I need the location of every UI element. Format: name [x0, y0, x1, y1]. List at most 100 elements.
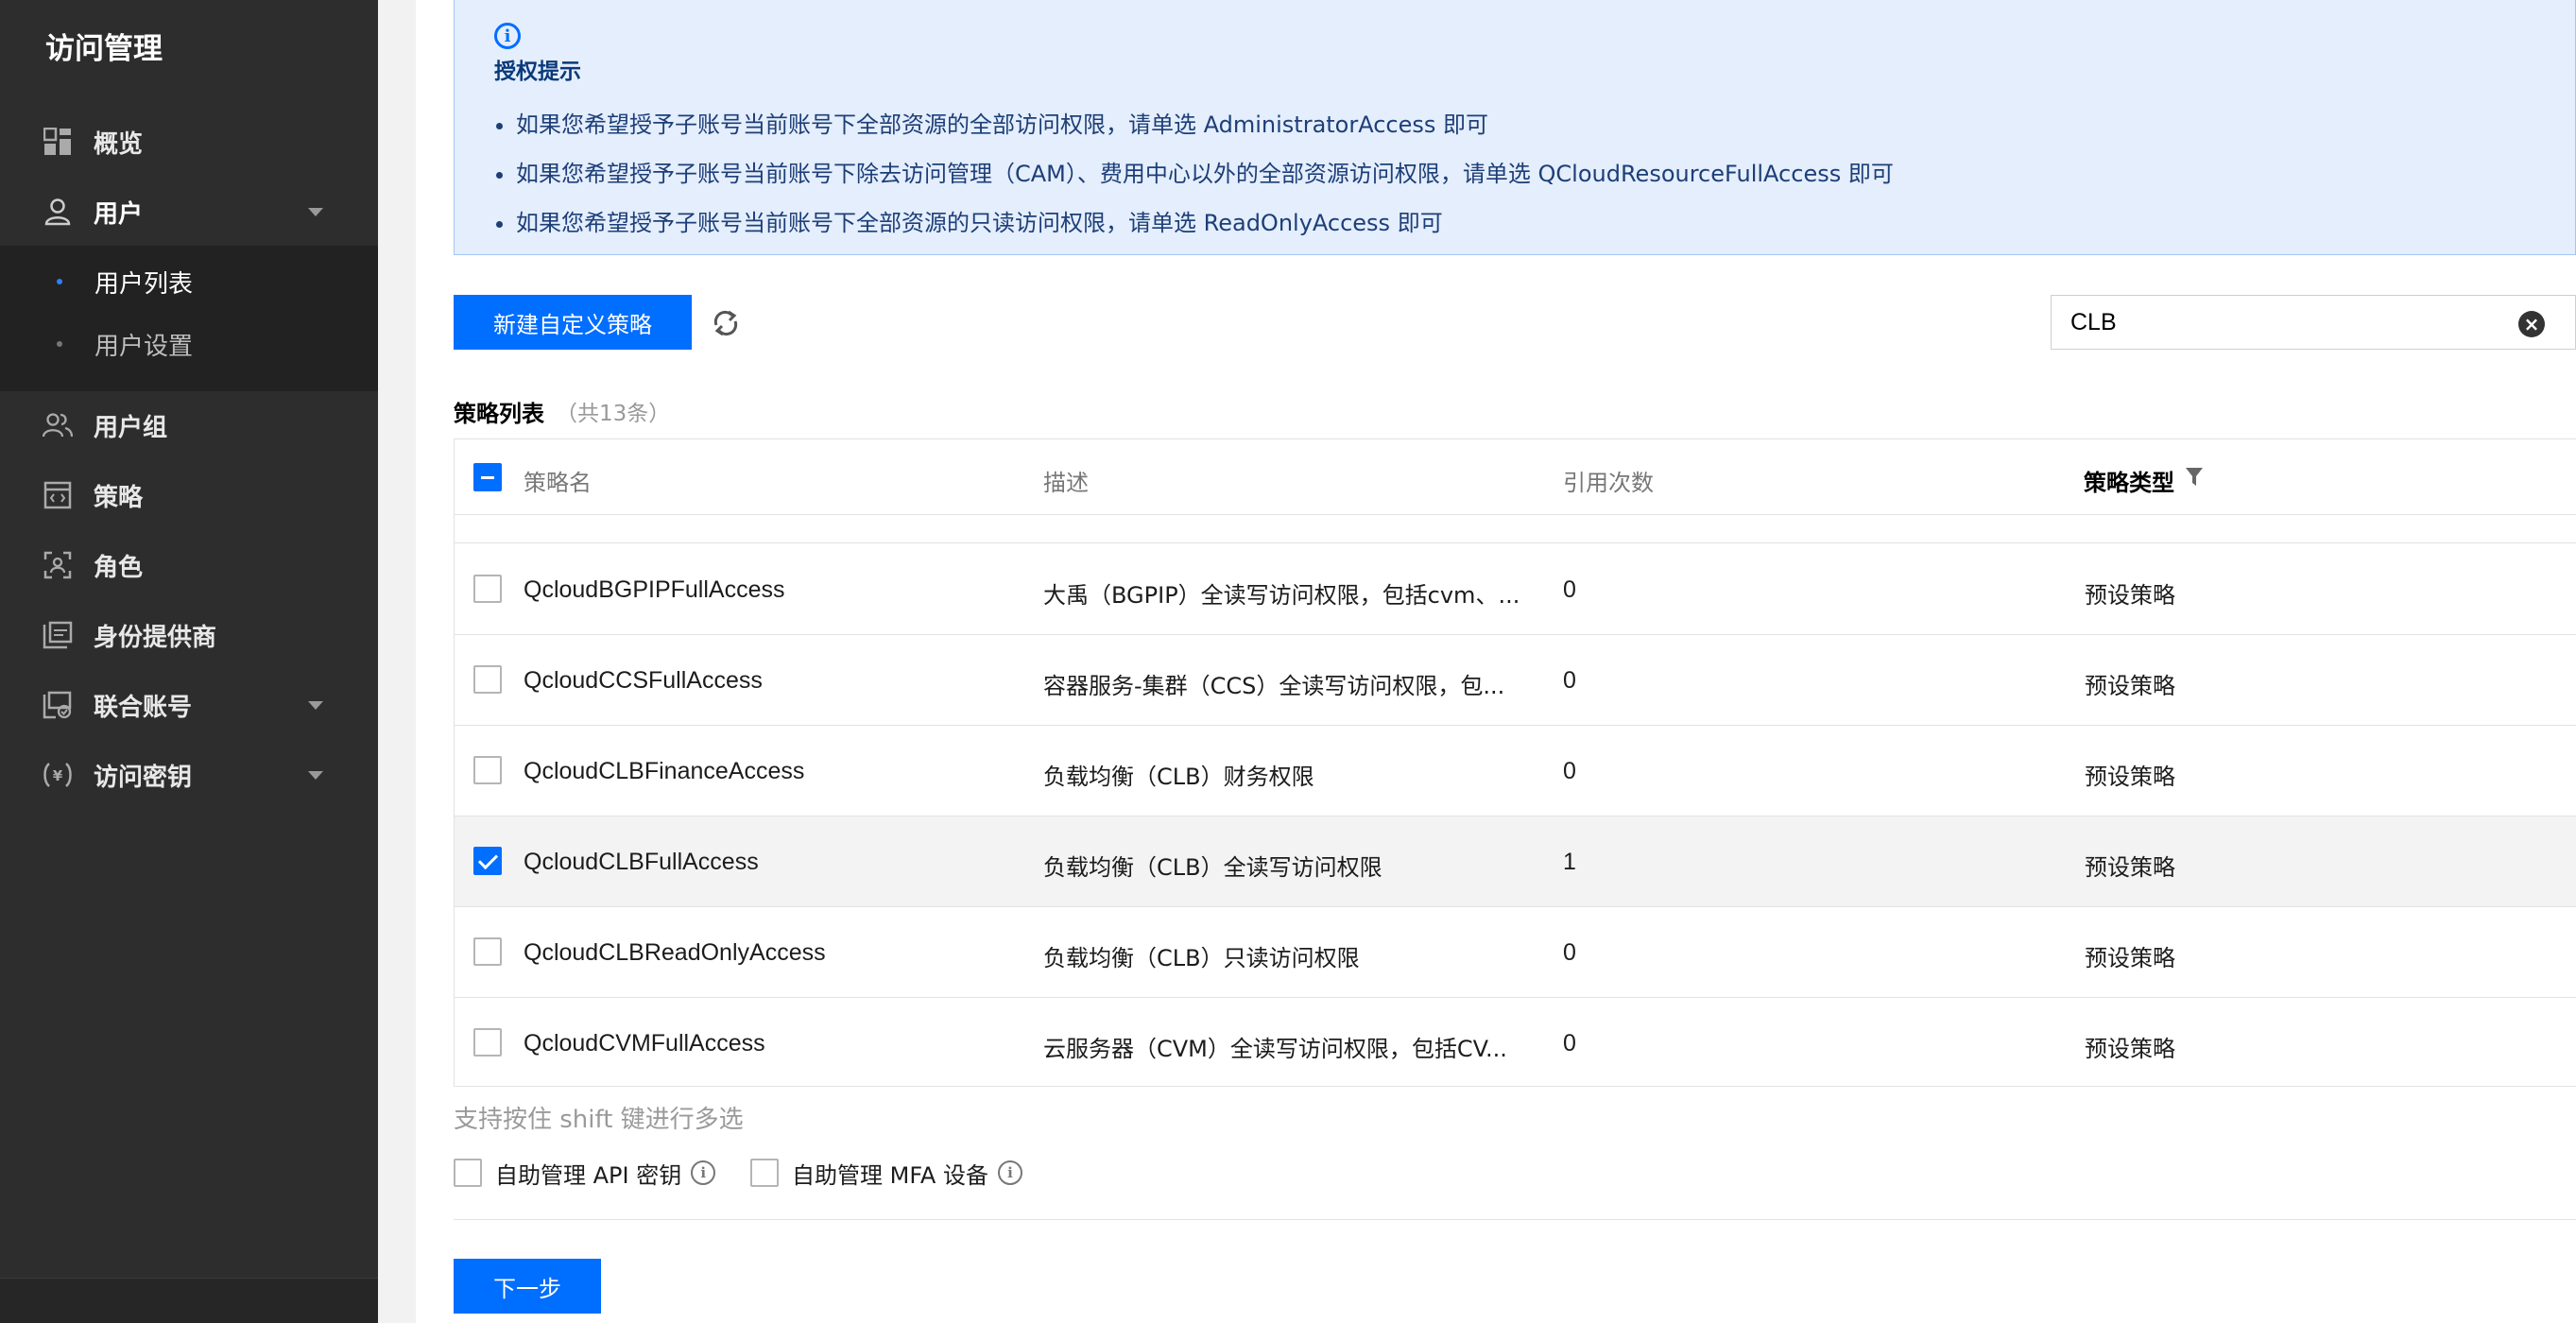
table-row-selected[interactable]: QcloudCLBFullAccess 负载均衡（CLB）全读写访问权限 1 预… — [455, 816, 2576, 907]
info-icon: i — [494, 23, 521, 49]
sidebar-item-roles[interactable]: 角色 — [0, 531, 378, 599]
sidebar-subitem-user-settings[interactable]: 用户设置 — [0, 314, 378, 374]
users-submenu: 用户列表 用户设置 — [0, 246, 378, 391]
option-label: 自助管理 API 密钥 — [495, 1161, 682, 1189]
info-icon[interactable]: i — [997, 1160, 1022, 1185]
policy-list-count: （共13条） — [556, 402, 671, 426]
row-checkbox[interactable] — [473, 1028, 502, 1057]
policy-references: 0 — [1563, 576, 1576, 603]
table-row[interactable]: QcloudBGPIPFullAccess 大禹（BGPIP）全读写访问权限，包… — [455, 544, 2576, 635]
api-key-checkbox[interactable] — [454, 1159, 482, 1187]
policy-references: 0 — [1563, 758, 1576, 784]
policy-references: 1 — [1563, 849, 1576, 875]
sidebar-item-policies[interactable]: 策略 — [0, 461, 378, 529]
policy-type: 预设策略 — [2085, 945, 2175, 971]
refresh-icon[interactable] — [711, 308, 741, 338]
chevron-down-icon — [308, 770, 323, 780]
bullet-icon — [57, 341, 62, 347]
option-self-manage-api-key[interactable]: 自助管理 API 密钥 i — [454, 1157, 716, 1189]
authorization-tip: i 授权提示 如果您希望授予子账号当前账号下全部资源的全部访问权限，请单选 Ad… — [454, 0, 2576, 255]
user-icon — [42, 196, 74, 228]
policy-name: QcloudCLBFullAccess — [524, 849, 759, 875]
sidebar-item-label: 联合账号 — [94, 693, 193, 722]
table-row[interactable]: QcloudCCSFullAccess 容器服务-集群（CCS）全读写访问权限，… — [455, 635, 2576, 726]
table-row[interactable]: QcloudCLBFinanceAccess 负载均衡（CLB）财务权限 0 预… — [455, 726, 2576, 816]
table-row[interactable]: QcloudCLBReadOnlyAccess 负载均衡（CLB）只读访问权限 … — [455, 907, 2576, 998]
create-custom-policy-button[interactable]: 新建自定义策略 — [454, 295, 692, 350]
policy-table: 策略名 描述 引用次数 策略类型 QcloudBGPIPFullAccess 大… — [454, 438, 2576, 1087]
row-checkbox[interactable] — [473, 575, 502, 603]
row-checkbox[interactable] — [473, 756, 502, 784]
sidebar-item-label: 用户 — [94, 199, 144, 229]
table-row-partial — [455, 515, 2576, 543]
tip-line-text: 如果您希望授予子账号当前账号下除去访问管理（CAM）、费用中心以外的全部资源访问… — [516, 161, 1894, 187]
sidebar-item-overview[interactable]: 概览 — [0, 108, 378, 176]
policy-description: 负载均衡（CLB）财务权限 — [1043, 764, 1314, 790]
sidebar-item-label: 访问密钥 — [94, 763, 193, 792]
sidebar-subitem-label: 用户列表 — [94, 269, 194, 299]
column-header-type[interactable]: 策略类型 — [2084, 464, 2174, 497]
identity-provider-icon — [42, 619, 74, 651]
sidebar-subitem-user-list[interactable]: 用户列表 — [0, 251, 378, 312]
federated-account-icon — [42, 689, 74, 721]
row-checkbox[interactable] — [473, 665, 502, 694]
bullet-icon — [57, 279, 62, 284]
sidebar-item-label: 概览 — [94, 129, 144, 159]
app-title: 访问管理 — [45, 32, 163, 66]
sidebar-item-identity-providers[interactable]: 身份提供商 — [0, 601, 378, 669]
row-checkbox[interactable] — [473, 847, 502, 875]
policy-description: 负载均衡（CLB）全读写访问权限 — [1043, 854, 1382, 881]
multi-select-hint: 支持按住 shift 键进行多选 — [454, 1106, 744, 1134]
policy-name: QcloudBGPIPFullAccess — [524, 576, 785, 603]
tip-line: 如果您希望授予子账号当前账号下全部资源的只读访问权限，请单选 ReadOnlyA… — [494, 204, 1443, 237]
filter-icon[interactable] — [2186, 468, 2203, 487]
policy-references: 0 — [1563, 939, 1576, 966]
table-header: 策略名 描述 引用次数 策略类型 — [455, 439, 2576, 515]
row-checkbox[interactable] — [473, 937, 502, 966]
svg-text:¥: ¥ — [53, 767, 63, 784]
sidebar-footer — [0, 1278, 378, 1323]
column-header-description: 描述 — [1043, 470, 1089, 496]
access-key-icon: ¥ — [42, 759, 74, 791]
option-self-manage-mfa[interactable]: 自助管理 MFA 设备 i — [750, 1157, 1022, 1189]
sidebar-item-access-keys[interactable]: ¥ 访问密钥 — [0, 741, 378, 809]
column-header-references: 引用次数 — [1563, 470, 1654, 496]
bullet-icon — [496, 220, 503, 228]
divider — [454, 1219, 2576, 1220]
table-row[interactable]: QcloudCVMFullAccess 云服务器（CVM）全读写访问权限，包括C… — [455, 998, 2576, 1089]
mfa-checkbox[interactable] — [750, 1159, 779, 1187]
option-label: 自助管理 MFA 设备 — [792, 1161, 988, 1189]
policy-name: QcloudCLBFinanceAccess — [524, 758, 805, 784]
policy-description: 云服务器（CVM）全读写访问权限，包括CV... — [1043, 1036, 1507, 1062]
sidebar-item-label: 身份提供商 — [94, 623, 217, 652]
info-icon[interactable]: i — [691, 1160, 716, 1185]
policy-description: 容器服务-集群（CCS）全读写访问权限，包... — [1043, 673, 1505, 699]
bullet-icon — [496, 122, 503, 129]
policy-type: 预设策略 — [2085, 673, 2175, 699]
clear-icon[interactable]: × — [2518, 311, 2545, 337]
dashboard-icon — [42, 126, 74, 158]
policy-list-title: 策略列表 — [454, 401, 544, 427]
policy-description: 负载均衡（CLB）只读访问权限 — [1043, 945, 1360, 971]
sidebar-item-label: 角色 — [94, 553, 144, 582]
policy-type: 预设策略 — [2085, 764, 2175, 790]
tip-line-text: 如果您希望授予子账号当前账号下全部资源的全部访问权限，请单选 Administr… — [516, 112, 1489, 138]
chevron-down-icon — [308, 207, 323, 216]
sidebar-item-user-groups[interactable]: 用户组 — [0, 391, 378, 459]
sidebar-subitem-label: 用户设置 — [94, 332, 194, 361]
sidebar-item-users[interactable]: 用户 — [0, 178, 378, 246]
select-all-checkbox[interactable] — [473, 463, 502, 491]
next-step-button[interactable]: 下一步 — [454, 1259, 601, 1314]
sidebar: 访问管理 概览 用户 用户列表 用户设置 用户组 策略 角色 身份提供商 联合账… — [0, 0, 378, 1323]
sidebar-item-federated-accounts[interactable]: 联合账号 — [0, 671, 378, 739]
chevron-down-icon — [308, 700, 323, 710]
search-field[interactable]: × — [2051, 295, 2576, 350]
policy-description: 大禹（BGPIP）全读写访问权限，包括cvm、... — [1043, 582, 1520, 609]
policy-references: 0 — [1563, 667, 1576, 694]
sidebar-item-label: 用户组 — [94, 413, 168, 442]
search-input[interactable] — [2070, 307, 2486, 337]
column-header-name: 策略名 — [524, 470, 592, 496]
policy-name: QcloudCLBReadOnlyAccess — [524, 939, 826, 966]
tip-line: 如果您希望授予子账号当前账号下全部资源的全部访问权限，请单选 Administr… — [494, 106, 1488, 139]
policy-name: QcloudCVMFullAccess — [524, 1030, 765, 1057]
